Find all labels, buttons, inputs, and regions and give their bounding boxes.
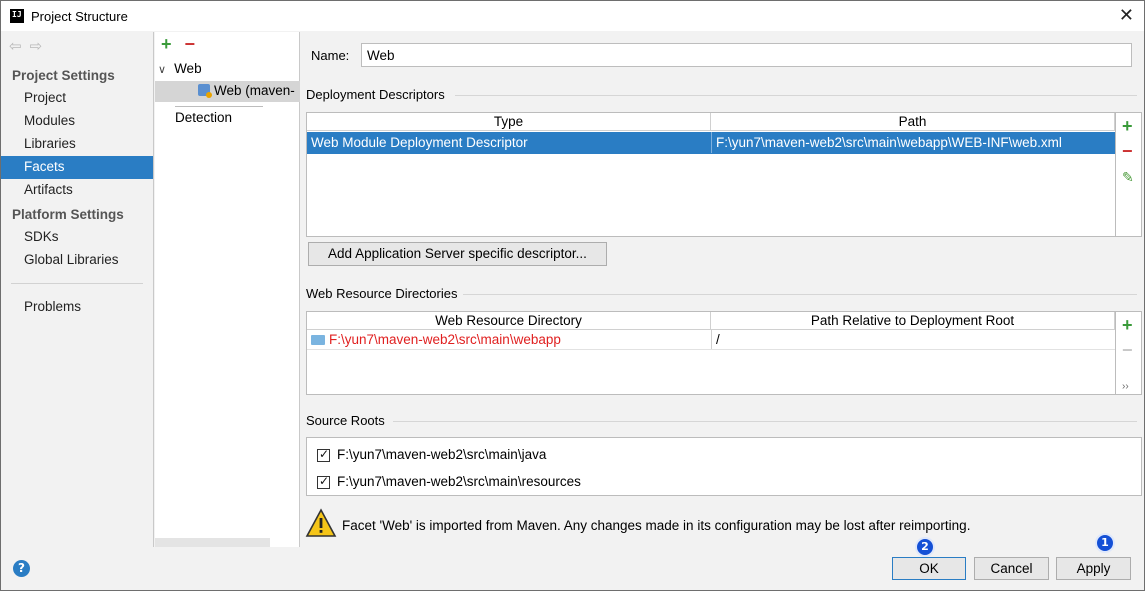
nav-divider bbox=[11, 283, 143, 284]
forward-arrow-icon[interactable]: ⇨ bbox=[30, 38, 51, 55]
column-header-type[interactable]: Type bbox=[307, 113, 711, 131]
warning-icon bbox=[305, 508, 337, 537]
descriptor-type-cell[interactable]: Web Module Deployment Descriptor bbox=[307, 132, 711, 153]
resource-dir-cell: F:\yun7\maven-web2\src\main\webapp bbox=[329, 332, 561, 347]
deployment-descriptors-title: Deployment Descriptors bbox=[306, 87, 445, 102]
tree-node-label: Web bbox=[174, 61, 202, 76]
title-bar: IJ Project Structure ✕ bbox=[1, 1, 1144, 31]
remove-icon[interactable]: − bbox=[1122, 341, 1133, 359]
nav-section-platform-settings: Platform Settings bbox=[12, 207, 124, 222]
tree-divider bbox=[175, 106, 263, 107]
group-divider bbox=[455, 95, 1137, 96]
source-root-label-java: F:\yun7\maven-web2\src\main\java bbox=[337, 447, 547, 462]
group-divider bbox=[393, 421, 1137, 422]
row-divider bbox=[307, 349, 1115, 350]
intellij-app-icon: IJ bbox=[10, 9, 24, 23]
maven-import-warning: Facet 'Web' is imported from Maven. Any … bbox=[342, 518, 971, 533]
source-root-checkbox-resources[interactable] bbox=[317, 474, 330, 489]
close-icon[interactable]: ✕ bbox=[1119, 6, 1134, 24]
nav-item-facets[interactable]: Facets bbox=[1, 156, 153, 179]
remove-icon[interactable]: − bbox=[1122, 142, 1133, 160]
nav-item-problems[interactable]: Problems bbox=[1, 296, 153, 319]
column-header-path[interactable]: Path bbox=[711, 113, 1115, 131]
resource-toolbar: + − ›› bbox=[1115, 312, 1141, 394]
add-facet-icon[interactable]: + bbox=[161, 34, 172, 54]
tree-node-web-root[interactable]: ∨ Web bbox=[158, 61, 202, 76]
source-root-label-resources: F:\yun7\maven-web2\src\main\resources bbox=[337, 474, 581, 489]
ok-button[interactable]: OK bbox=[892, 557, 966, 580]
settings-nav: ⇦⇨ Project Settings Project Modules Libr… bbox=[1, 32, 154, 547]
tree-node-web-facet[interactable]: Web (maven- bbox=[198, 83, 295, 98]
tree-node-label: Web (maven- bbox=[214, 83, 295, 98]
more-icon[interactable]: ›› bbox=[1122, 378, 1129, 394]
name-label: Name: bbox=[311, 48, 350, 63]
project-structure-dialog: IJ Project Structure ✕ ⇦⇨ Project Settin… bbox=[0, 0, 1145, 591]
apply-step-badge: 1 bbox=[1095, 533, 1115, 553]
apply-button[interactable]: Apply bbox=[1056, 557, 1131, 580]
table-row[interactable]: F:\yun7\maven-web2\src\main\webapp bbox=[307, 329, 711, 350]
column-header-resource-dir[interactable]: Web Resource Directory bbox=[307, 312, 711, 330]
relative-path-cell[interactable]: / bbox=[711, 329, 1115, 350]
nav-item-libraries[interactable]: Libraries bbox=[1, 133, 153, 156]
cancel-button[interactable]: Cancel bbox=[974, 557, 1049, 580]
add-icon[interactable]: + bbox=[1122, 117, 1133, 135]
nav-section-project-settings: Project Settings bbox=[12, 68, 115, 83]
tree-horizontal-scrollbar[interactable] bbox=[155, 538, 270, 547]
nav-item-global-libraries[interactable]: Global Libraries bbox=[1, 249, 153, 272]
web-facet-icon bbox=[198, 84, 212, 98]
folder-icon bbox=[311, 335, 325, 345]
deployment-descriptors-table: Type Path Web Module Deployment Descript… bbox=[306, 112, 1142, 237]
window-title: Project Structure bbox=[31, 9, 128, 24]
help-icon[interactable]: ? bbox=[13, 560, 30, 577]
descriptor-path-cell[interactable]: F:\yun7\maven-web2\src\main\webapp\WEB-I… bbox=[711, 132, 1115, 153]
facet-settings-panel: Name: Deployment Descriptors Type Path W… bbox=[301, 32, 1144, 547]
web-resource-directories-title: Web Resource Directories bbox=[306, 286, 458, 301]
source-roots-title: Source Roots bbox=[306, 413, 385, 428]
back-arrow-icon[interactable]: ⇦ bbox=[9, 38, 30, 55]
source-root-checkbox-java[interactable] bbox=[317, 447, 330, 462]
source-roots-list: F:\yun7\maven-web2\src\main\java F:\yun7… bbox=[306, 437, 1142, 496]
edit-pencil-icon[interactable]: ✎ bbox=[1122, 168, 1134, 186]
nav-arrows: ⇦⇨ bbox=[9, 37, 50, 55]
remove-facet-icon[interactable]: − bbox=[185, 34, 196, 54]
add-server-descriptor-button[interactable]: Add Application Server specific descript… bbox=[308, 242, 607, 266]
web-resource-table: Web Resource Directory Path Relative to … bbox=[306, 311, 1142, 395]
nav-item-modules[interactable]: Modules bbox=[1, 110, 153, 133]
nav-item-project[interactable]: Project bbox=[1, 87, 153, 110]
nav-item-sdks[interactable]: SDKs bbox=[1, 226, 153, 249]
column-header-relative-path[interactable]: Path Relative to Deployment Root bbox=[711, 312, 1115, 330]
chevron-down-icon[interactable]: ∨ bbox=[158, 64, 166, 76]
ok-step-badge: 2 bbox=[915, 537, 935, 557]
descriptor-toolbar: + − ✎ bbox=[1115, 113, 1141, 236]
group-divider bbox=[463, 294, 1137, 295]
name-input[interactable] bbox=[361, 43, 1132, 67]
facet-tree: + − ∨ Web Web (maven- Detection bbox=[155, 32, 300, 547]
nav-item-artifacts[interactable]: Artifacts bbox=[1, 179, 153, 202]
tree-node-detection[interactable]: Detection bbox=[175, 110, 232, 125]
add-icon[interactable]: + bbox=[1122, 316, 1133, 334]
tree-toolbar: + − bbox=[161, 35, 195, 53]
